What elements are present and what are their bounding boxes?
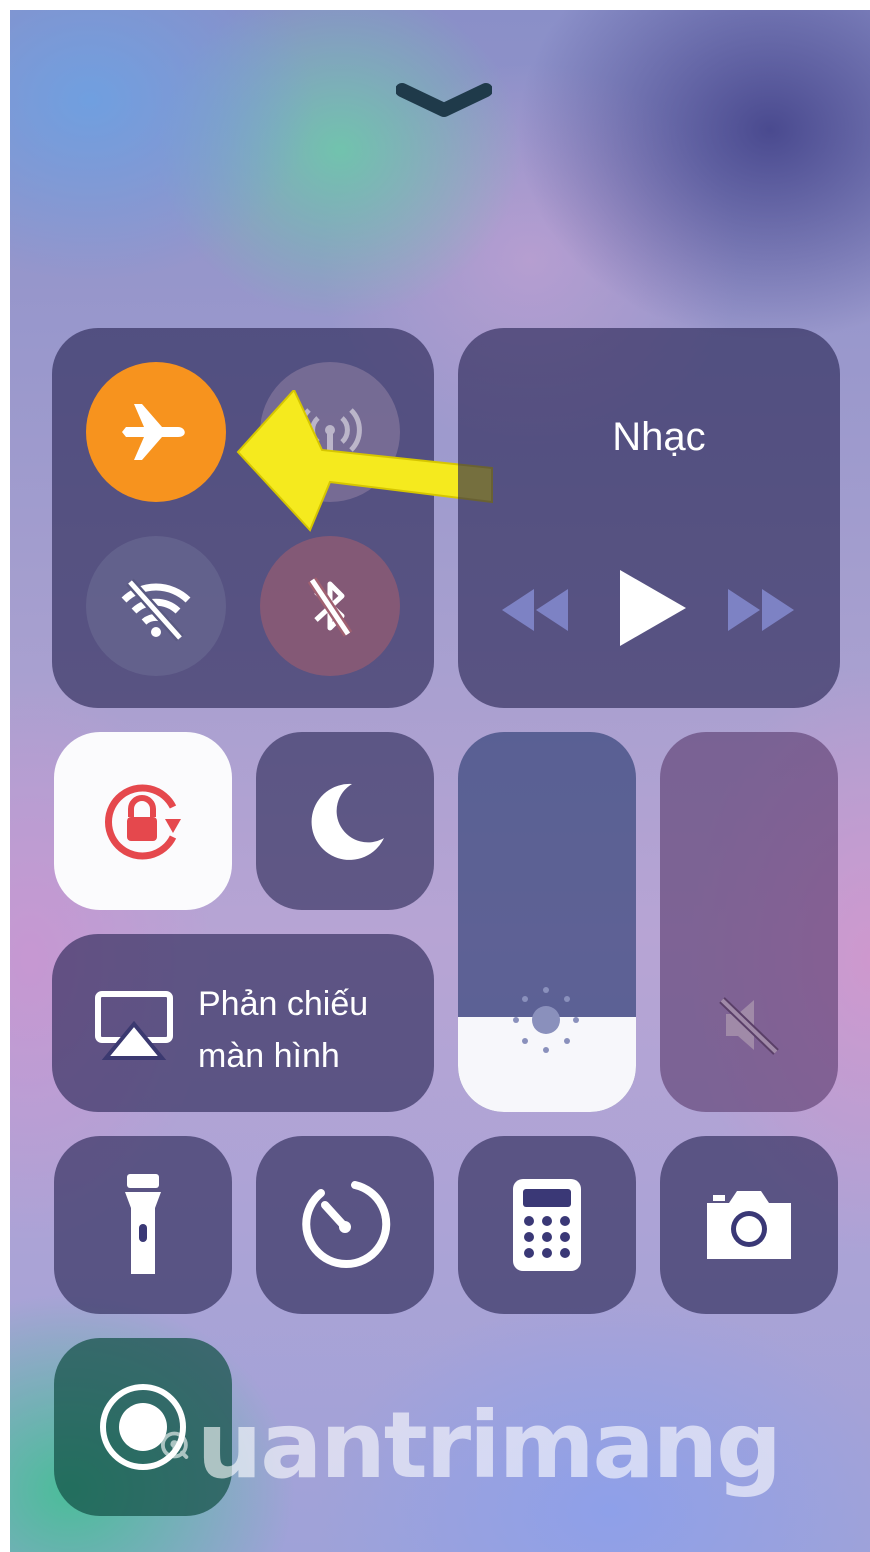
sun-icon	[513, 987, 579, 1053]
calculator-icon	[513, 1179, 581, 1271]
orientation-lock-icon	[104, 784, 181, 860]
camera-button[interactable]	[660, 1136, 838, 1314]
airplane-mode-toggle[interactable]	[86, 362, 226, 502]
play-icon[interactable]	[614, 566, 690, 650]
timer-button[interactable]	[256, 1136, 434, 1314]
wifi-off-icon	[121, 578, 191, 642]
bluetooth-toggle[interactable]	[260, 536, 400, 676]
screen-mirroring-label-line1: Phản chiếu	[198, 985, 369, 1023]
calculator-button[interactable]	[458, 1136, 636, 1314]
speaker-muted-icon	[719, 997, 779, 1055]
music-title: Nhạc	[612, 415, 706, 459]
moon-icon	[311, 783, 384, 860]
watermark: uantrimang	[160, 1380, 782, 1510]
music-panel[interactable]	[458, 328, 840, 708]
screen-mirroring-label-line2: màn hình	[198, 1037, 340, 1075]
chevron-down-icon[interactable]	[396, 80, 492, 120]
timer-icon	[302, 1181, 391, 1269]
flashlight-icon	[125, 1174, 161, 1274]
control-center-screen: Nhạc Phản chiếu màn hình uantrimang	[10, 10, 870, 1552]
fast-forward-icon[interactable]	[726, 585, 796, 635]
flashlight-button[interactable]	[54, 1136, 232, 1314]
bluetooth-off-icon	[307, 577, 353, 637]
airplay-icon	[95, 991, 173, 1060]
rewind-icon[interactable]	[500, 585, 570, 635]
wifi-toggle[interactable]	[86, 536, 226, 676]
airplane-icon	[122, 404, 185, 460]
camera-icon	[707, 1191, 791, 1259]
watermark-text: uantrimang	[196, 1391, 782, 1499]
orientation-lock-toggle[interactable]	[54, 732, 232, 910]
screen-mirroring-label: Phản chiếu màn hình	[198, 978, 368, 1082]
watermark-logo	[160, 1431, 189, 1459]
do-not-disturb-toggle[interactable]	[256, 732, 434, 910]
